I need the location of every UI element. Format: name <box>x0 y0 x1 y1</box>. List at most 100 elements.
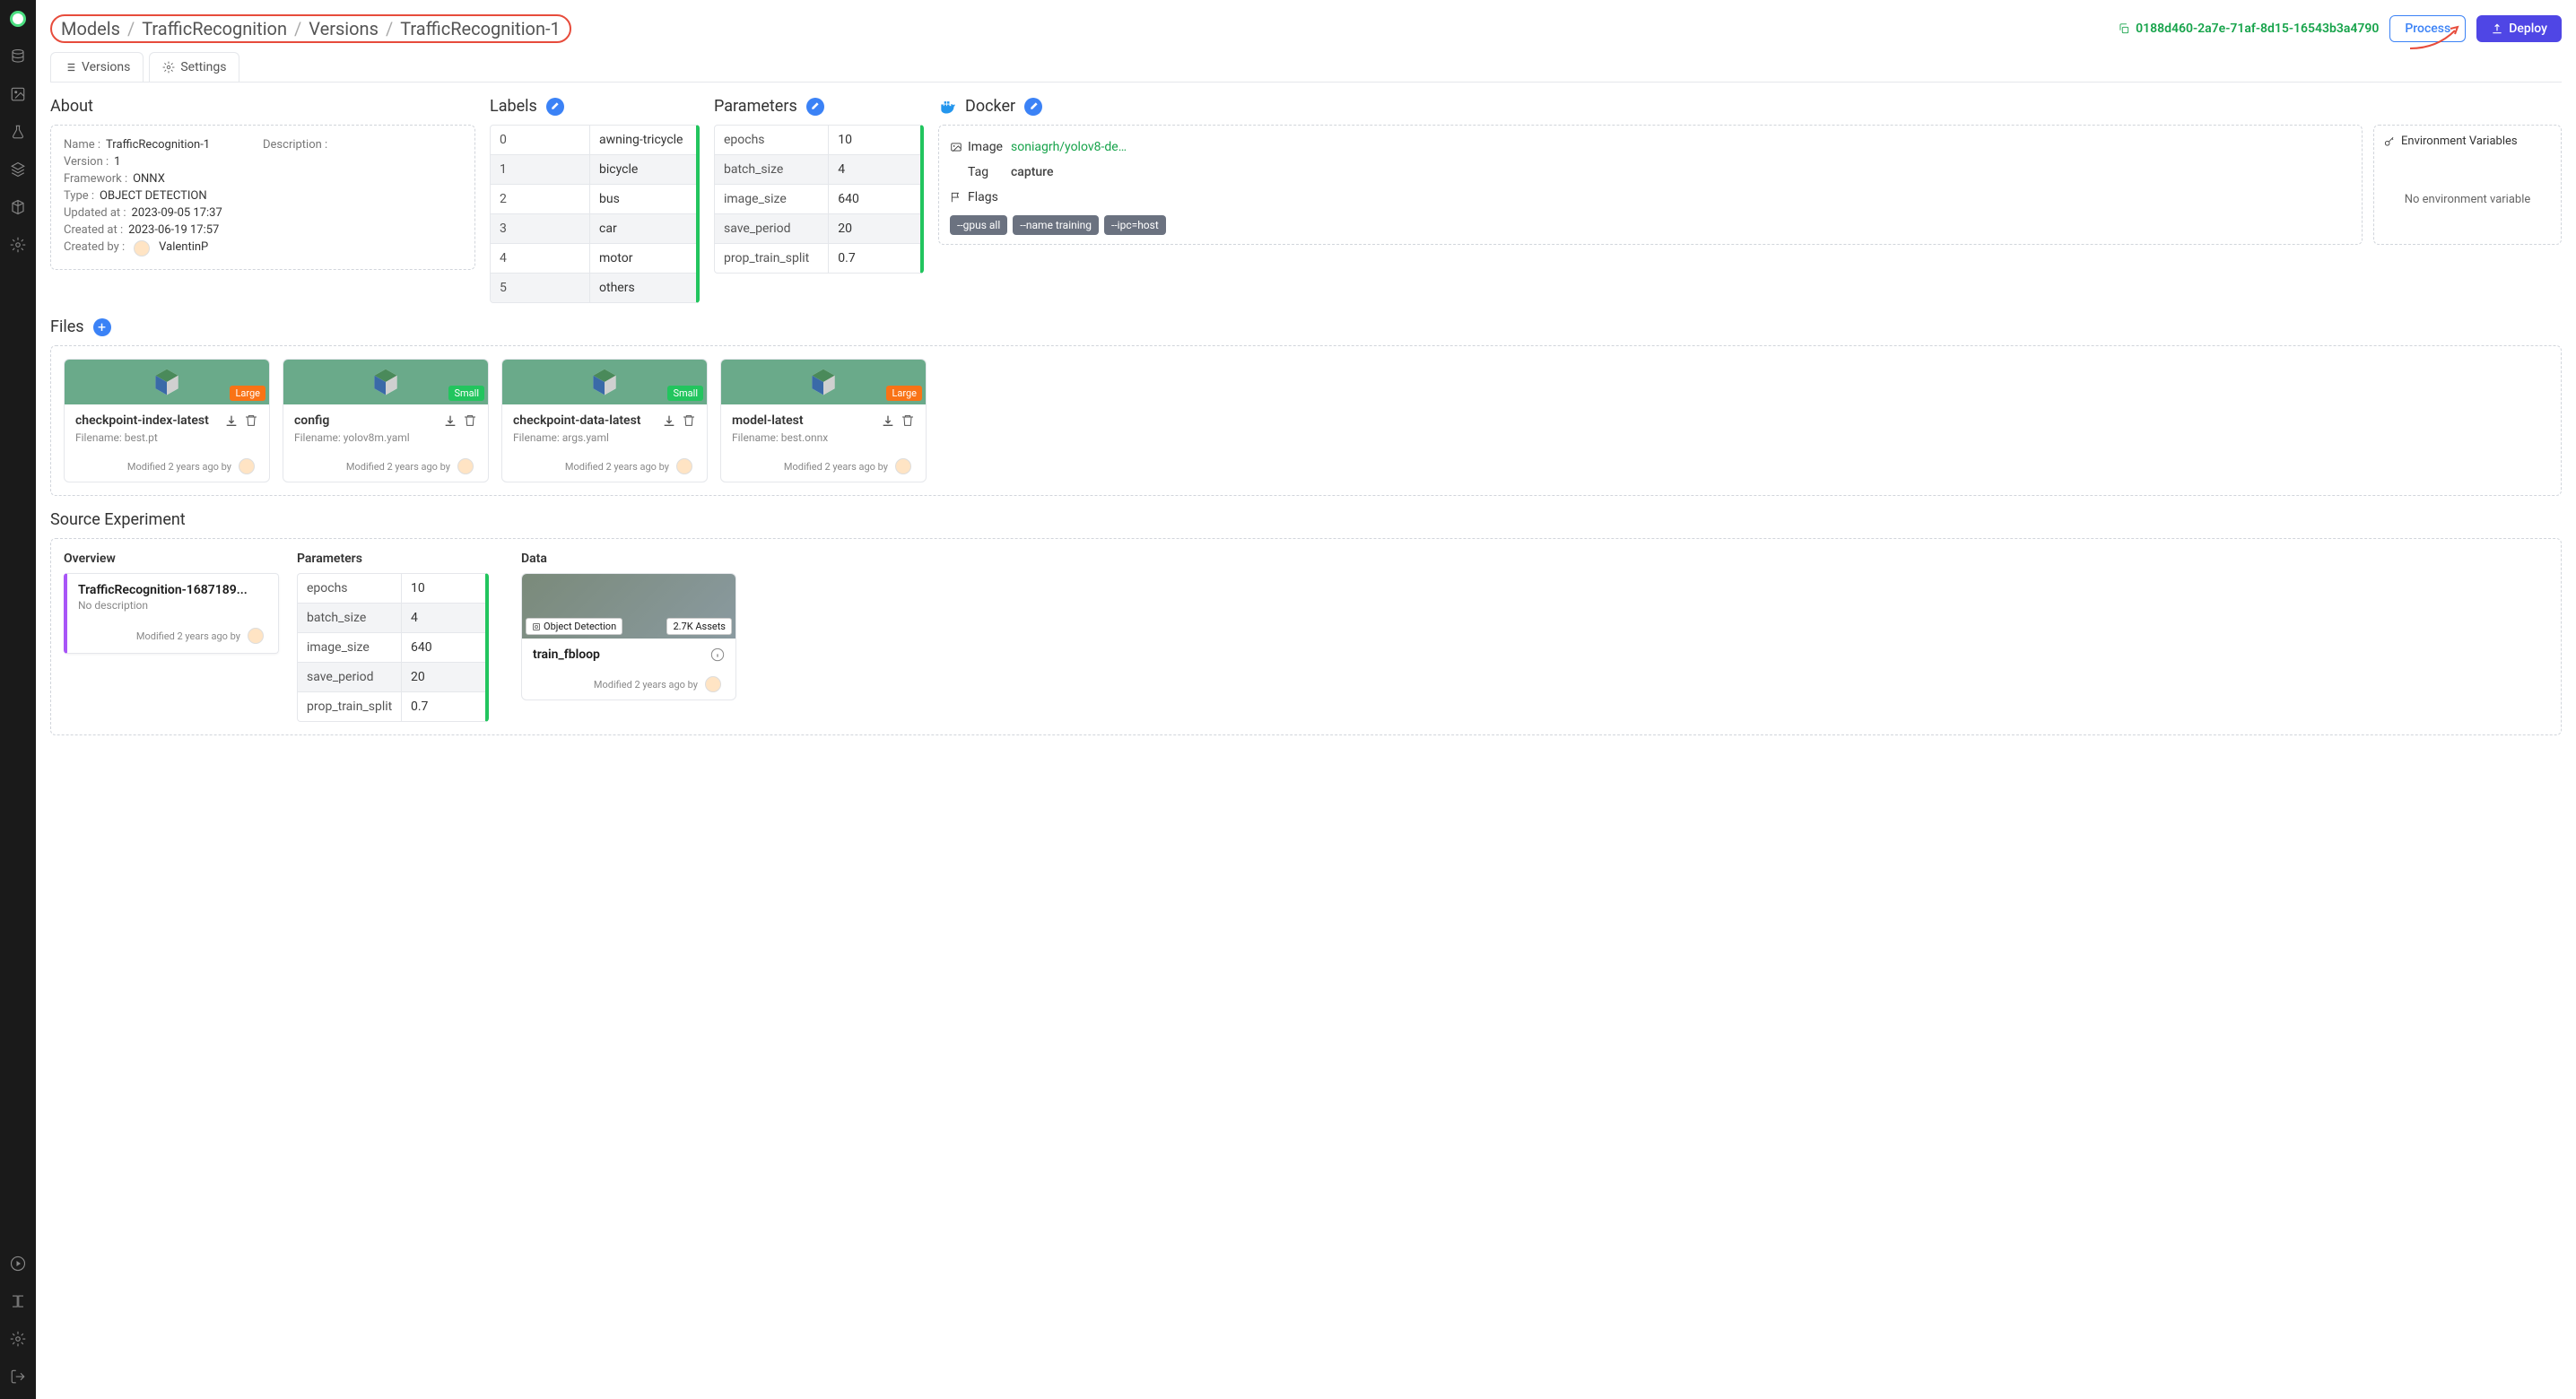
data-card[interactable]: Object Detection 2.7K Assets train_fbloo… <box>521 573 736 700</box>
gear-icon[interactable] <box>10 237 26 253</box>
parameters-table: epochs10batch_size4image_size640save_per… <box>714 125 924 274</box>
labels-section: Labels 0awning-tricycle1bicycle2bus3car4… <box>490 97 714 303</box>
box-icon[interactable] <box>10 199 26 215</box>
tab-versions[interactable]: Versions <box>50 52 144 82</box>
file-card[interactable]: Small checkpoint-data-latest Filename: a… <box>501 359 708 482</box>
add-file-button[interactable]: + <box>93 318 111 336</box>
breadcrumb: Models / TrafficRecognition / Versions /… <box>50 14 571 43</box>
about-section: About Name :TrafficRecognition-1 Version… <box>50 97 490 303</box>
docker-card: Image soniagrh/yolov8-detecti... Tag cap… <box>938 125 2363 245</box>
table-row: save_period20 <box>298 663 485 692</box>
trash-icon[interactable] <box>901 413 915 428</box>
avatar <box>676 458 692 474</box>
info-icon[interactable] <box>710 647 725 662</box>
size-badge: Large <box>230 386 265 401</box>
docker-section: Docker Image soniagrh/yolov8-detecti... … <box>938 97 2562 303</box>
breadcrumb-item[interactable]: Models <box>61 18 120 39</box>
avatar <box>134 240 150 256</box>
download-icon[interactable] <box>443 413 457 428</box>
docker-flag-chip: --name training <box>1013 215 1099 235</box>
table-row: epochs10 <box>715 126 920 155</box>
object-detection-badge: Object Detection <box>526 618 622 635</box>
table-row: 4motor <box>491 244 696 274</box>
table-row: batch_size4 <box>715 155 920 185</box>
tabs: Versions Settings <box>50 52 2562 83</box>
database-icon[interactable] <box>10 48 26 65</box>
logo[interactable] <box>10 11 26 27</box>
table-row: image_size640 <box>298 633 485 663</box>
file-card[interactable]: Large checkpoint-index-latest Filename: … <box>64 359 270 482</box>
breadcrumb-item[interactable]: TrafficRecognition-1 <box>400 18 561 39</box>
file-card[interactable]: Small config Filename: yolov8m.yaml Modi… <box>283 359 489 482</box>
files-section: Files + Large checkpoint-index-latest Fi… <box>36 317 2576 510</box>
cube-icon <box>588 366 621 398</box>
deploy-button[interactable]: Deploy <box>2476 15 2562 42</box>
table-row: 2bus <box>491 185 696 214</box>
settings-icon[interactable] <box>10 1331 26 1347</box>
key-icon <box>2383 135 2396 148</box>
gear-icon <box>162 61 175 74</box>
avatar <box>248 628 264 644</box>
file-card[interactable]: Large model-latest Filename: best.onnx M… <box>720 359 927 482</box>
table-row: 3car <box>491 214 696 244</box>
avatar <box>457 458 474 474</box>
process-button[interactable]: Process <box>2389 15 2466 42</box>
list-icon <box>64 61 76 74</box>
files-grid: Large checkpoint-index-latest Filename: … <box>50 345 2562 496</box>
file-title: config <box>294 413 438 428</box>
table-row: save_period20 <box>715 214 920 244</box>
copy-icon <box>2118 22 2130 35</box>
image-icon <box>950 141 962 153</box>
layers-icon[interactable] <box>10 161 26 178</box>
breadcrumb-item[interactable]: TrafficRecognition <box>142 18 287 39</box>
parameters-section: Parameters epochs10batch_size4image_size… <box>714 97 938 303</box>
table-row: epochs10 <box>298 574 485 604</box>
file-title: model-latest <box>732 413 875 428</box>
header: Models / TrafficRecognition / Versions /… <box>36 0 2576 43</box>
cube-icon <box>807 366 840 398</box>
sidebar <box>0 0 36 1399</box>
labels-table: 0awning-tricycle1bicycle2bus3car4motor5o… <box>490 125 700 303</box>
parameters-title: Parameters <box>714 97 797 116</box>
upload-icon <box>2491 22 2503 35</box>
file-title: checkpoint-data-latest <box>513 413 657 428</box>
download-icon[interactable] <box>881 413 895 428</box>
table-row: prop_train_split0.7 <box>715 244 920 273</box>
edit-docker-button[interactable] <box>1024 98 1042 116</box>
docker-flag-chip: --gpus all <box>950 215 1007 235</box>
trash-icon[interactable] <box>244 413 258 428</box>
flask-icon[interactable] <box>10 124 26 140</box>
cube-icon <box>370 366 402 398</box>
docker-icon <box>938 98 956 116</box>
download-icon[interactable] <box>224 413 239 428</box>
labels-title: Labels <box>490 97 537 116</box>
edit-parameters-button[interactable] <box>806 98 824 116</box>
breadcrumb-item[interactable]: Versions <box>309 18 379 39</box>
table-row: 0awning-tricycle <box>491 126 696 155</box>
table-row: image_size640 <box>715 185 920 214</box>
files-title: Files <box>50 317 84 336</box>
size-badge: Small <box>667 386 703 401</box>
table-row: prop_train_split0.7 <box>298 692 485 721</box>
docker-flag-chip: --ipc=host <box>1104 215 1166 235</box>
asset-count-badge: 2.7K Assets <box>666 618 732 635</box>
table-row: batch_size4 <box>298 604 485 633</box>
book-icon[interactable] <box>10 1293 26 1309</box>
trash-icon[interactable] <box>682 413 696 428</box>
avatar <box>705 676 721 692</box>
download-icon[interactable] <box>662 413 676 428</box>
source-title: Source Experiment <box>50 510 2562 538</box>
about-title: About <box>50 97 490 125</box>
tab-settings[interactable]: Settings <box>149 52 239 82</box>
trash-icon[interactable] <box>463 413 477 428</box>
avatar <box>239 458 255 474</box>
overview-card[interactable]: TrafficRecognition-1687189... No descrip… <box>64 573 279 654</box>
image-icon[interactable] <box>10 86 26 102</box>
uuid-link[interactable]: 0188d460-2a7e-71af-8d15-16543b3a4790 <box>2118 22 2379 36</box>
logout-icon[interactable] <box>10 1369 26 1385</box>
play-icon[interactable] <box>10 1256 26 1272</box>
table-row: 1bicycle <box>491 155 696 185</box>
docker-image-link[interactable]: soniagrh/yolov8-detecti... <box>1011 140 1127 154</box>
size-badge: Large <box>886 386 922 401</box>
edit-labels-button[interactable] <box>546 98 564 116</box>
